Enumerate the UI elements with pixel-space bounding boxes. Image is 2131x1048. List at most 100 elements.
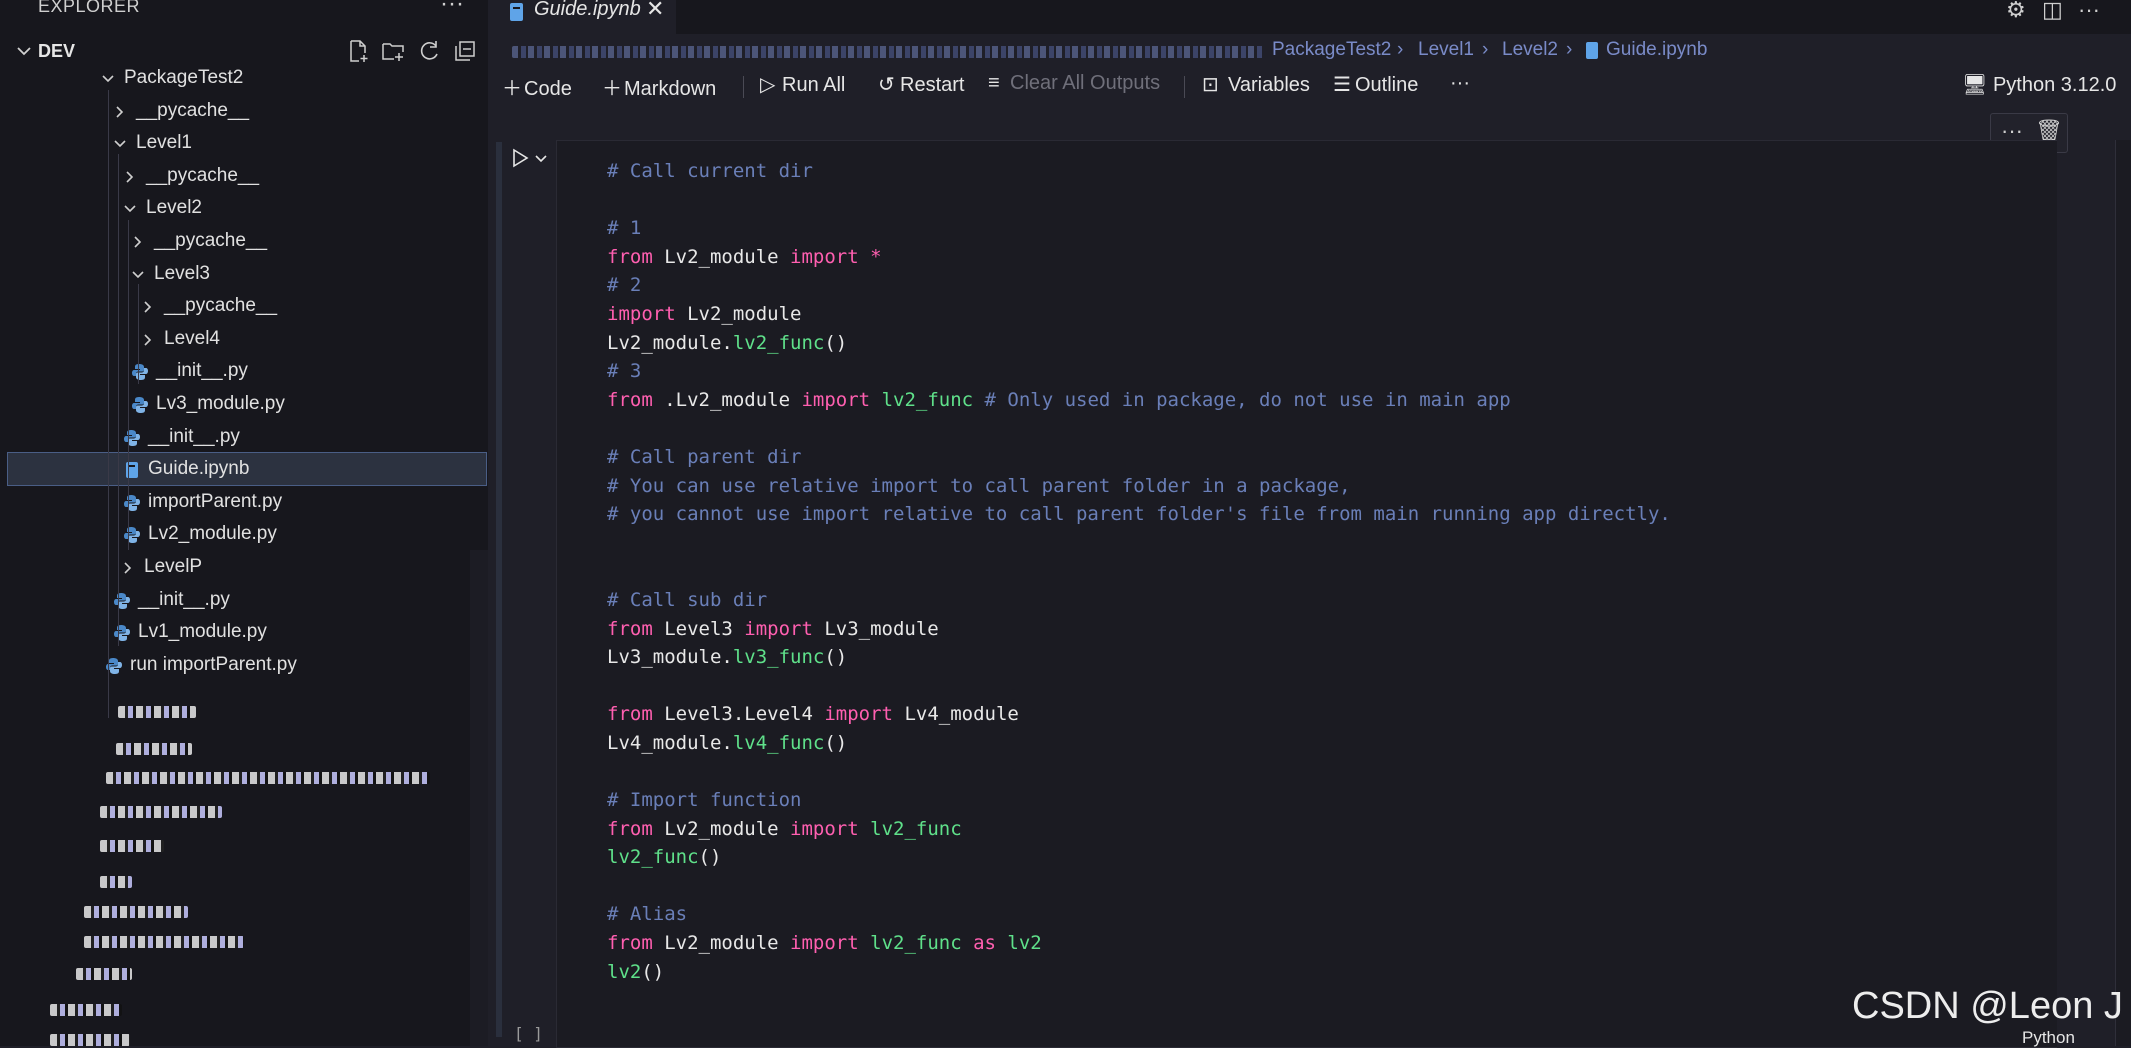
tree-file-item[interactable]: __init__.py	[8, 355, 486, 387]
chevron-down-icon	[98, 69, 118, 89]
breadcrumb-item[interactable]: Level2	[1502, 39, 1558, 61]
tree-folder-item[interactable]: __pycache__	[8, 160, 486, 192]
chevron-right-icon	[110, 102, 130, 122]
more-actions-icon[interactable]: ···	[440, 0, 464, 18]
code-line: # Call sub dir	[607, 588, 768, 611]
chevron-down-icon	[128, 265, 148, 285]
code-line: # Import function	[607, 789, 802, 812]
code-line: from Lv2_module import lv2_func	[607, 817, 962, 840]
tree-folder-item[interactable]: __pycache__	[8, 95, 486, 127]
tree-item-label: __init__.py	[156, 360, 248, 382]
tree-file-item[interactable]: Lv3_module.py	[8, 388, 486, 420]
explorer-title: EXPLORER	[38, 0, 141, 16]
breadcrumb-item[interactable]: Level1	[1418, 39, 1474, 61]
tree-folder-item[interactable]: LevelP	[8, 551, 486, 583]
tree-item-label: LevelP	[144, 556, 203, 577]
indent-guide	[128, 220, 129, 550]
tree-folder-item[interactable]: Level4	[8, 323, 486, 355]
chevron-right-icon	[120, 167, 140, 187]
tree-file-item[interactable]: __init__.py	[8, 421, 486, 453]
split-editor-icon[interactable]: ◫	[2042, 0, 2063, 23]
clear-all-outputs-button[interactable]: ≡ Clear All Outputs	[988, 72, 1160, 102]
code-line: from Level3.Level4 import Lv4_module	[607, 703, 1019, 726]
breadcrumb-item[interactable]: PackageTest2	[1272, 39, 1391, 61]
tree-item-label: Level4	[164, 327, 220, 349]
variables-icon: ⊡	[1202, 74, 1219, 96]
add-code-cell-button[interactable]: ＋ Code	[502, 72, 572, 102]
tree-file-item[interactable]: Lv2_module.py	[8, 518, 486, 550]
chevron-right-icon	[118, 558, 138, 578]
variables-button[interactable]: ⊡ Variables	[1202, 72, 1310, 102]
chevron-down-icon[interactable]	[532, 146, 550, 170]
tree-file-item[interactable]: run importParent.py	[8, 649, 486, 681]
tab-label: Guide.ipynb	[534, 0, 641, 20]
code-cell[interactable]: # Call current dir # 1 from Lv2_module im…	[556, 140, 2057, 1048]
tree-item-label: __pycache__	[146, 164, 260, 186]
python-file-icon	[112, 623, 132, 643]
code-line: lv2_func()	[607, 846, 722, 869]
tree-item-label: PackageTest2	[124, 67, 244, 88]
tree-file-item[interactable]: __init__.py	[8, 584, 486, 616]
execution-count: [ ]	[514, 1024, 543, 1043]
tree-folder-item[interactable]: PackageTest2	[8, 62, 486, 94]
watermark: CSDN @Leon J	[1852, 985, 2123, 1027]
tree-file-item[interactable]: Guide.ipynb	[7, 452, 487, 487]
code-line: import Lv2_module	[607, 302, 802, 325]
cell-focus-indicator	[496, 142, 502, 1037]
more-actions-icon[interactable]: ···	[2078, 0, 2100, 23]
code-line: # Call parent dir	[607, 445, 802, 468]
tree-file-item[interactable]: Lv1_module.py	[8, 616, 486, 648]
add-markdown-cell-button[interactable]: ＋ Markdown	[602, 72, 716, 102]
code-line: lv2()	[607, 960, 665, 983]
notebook-file-icon	[1586, 42, 1598, 59]
tree-folder-item[interactable]: Level1	[8, 127, 486, 159]
new-folder-icon[interactable]	[380, 38, 406, 64]
refresh-icon[interactable]	[416, 38, 442, 64]
code-editor[interactable]: # Call current dir # 1 from Lv2_module im…	[607, 157, 1671, 986]
chevron-down-icon	[110, 134, 130, 154]
code-line: from .Lv2_module import lv2_func # Only …	[607, 388, 1511, 411]
status-language[interactable]: Python	[2022, 1028, 2075, 1048]
tree-item-label: Level2	[146, 197, 202, 219]
code-line: from Lv2_module import *	[607, 245, 882, 268]
restart-button[interactable]: ↺ Restart	[878, 72, 964, 102]
collapse-all-icon[interactable]	[452, 38, 478, 64]
tree-folder-item[interactable]: Level3	[8, 258, 486, 290]
tree-folder-item[interactable]: __pycache__	[8, 225, 486, 257]
tab-guide-ipynb[interactable]: Guide.ipynb ✕	[490, 0, 676, 34]
breadcrumb-item[interactable]: Guide.ipynb	[1606, 39, 1707, 61]
editor-scrollbar[interactable]	[2115, 140, 2131, 1046]
python-file-icon	[112, 591, 132, 611]
kernel-picker[interactable]: 🖥 Python 3.12.0	[1962, 72, 2116, 97]
tree-item-label: importParent.py	[148, 490, 283, 512]
outline-button[interactable]: ☰ Outline	[1333, 72, 1418, 102]
tree-item-label: __init__.py	[138, 588, 230, 610]
plus-icon: ＋	[502, 78, 522, 100]
tree-item-label: Level1	[136, 132, 192, 154]
run-cell-icon[interactable]	[508, 146, 532, 170]
notebook-file-icon	[510, 3, 523, 21]
breadcrumb: PackageTest2 › Level1 › Level2 › Guide.i…	[512, 39, 2112, 65]
code-line: # 3	[607, 360, 642, 383]
chevron-right-icon	[128, 232, 148, 252]
tree-item-label: __pycache__	[154, 230, 268, 251]
new-file-icon[interactable]	[345, 38, 371, 64]
tree-file-item[interactable]: importParent.py	[8, 486, 486, 518]
run-all-button[interactable]: ▷ Run All	[760, 72, 845, 102]
tree-folder-item[interactable]: __pycache__	[8, 290, 486, 322]
tree-item-label: Lv1_module.py	[138, 621, 267, 643]
plus-icon: ＋	[602, 78, 622, 100]
code-line: Lv4_module.lv4_func()	[607, 731, 848, 754]
tree-folder-item[interactable]: Level2	[8, 192, 486, 224]
notebook-file-icon	[122, 460, 142, 480]
more-toolbar-actions-button[interactable]: ···	[1450, 72, 1470, 102]
tree-item-label: Lv2_module.py	[148, 523, 277, 545]
sidebar-scrollbar[interactable]	[470, 550, 488, 1046]
explorer-header: EXPLORER ···	[0, 0, 488, 18]
close-icon[interactable]: ✕	[646, 0, 664, 22]
tree-item-label: Guide.ipynb	[148, 458, 250, 480]
settings-gear-icon[interactable]: ⚙	[2006, 0, 2026, 23]
